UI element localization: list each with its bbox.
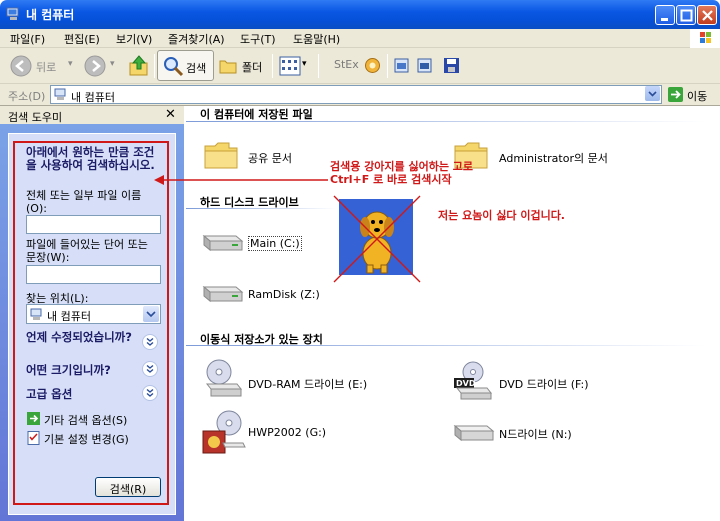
dvd-ram-label[interactable]: DVD-RAM 드라이브 (E:) [248,376,367,392]
chevron-down-double-icon [146,337,154,346]
location-value: 내 컴퓨터 [47,310,91,323]
toolbar: 뒤로 ▾ ▾ 검색 폴더 ▾ StEx [0,48,720,84]
chevron-down-double-icon [146,388,154,397]
magnifier-icon [164,57,184,77]
minimize-icon [661,18,668,21]
views-dropdown-icon[interactable]: ▾ [302,59,307,69]
chevron-down-icon [648,91,657,97]
maximize-icon [680,9,693,22]
forward-arrow-icon[interactable] [84,55,106,77]
main-drive-label-text: Main (C:) [248,236,302,251]
back-arrow-icon[interactable] [10,55,32,77]
address-value: 내 컴퓨터 [71,91,115,104]
search-button-label: 검색 [186,62,207,75]
minimize-button[interactable] [655,5,675,25]
advanced-label[interactable]: 고급 옵션 [26,386,72,402]
svg-text:DVD: DVD [456,379,476,388]
expand-size-button[interactable] [142,361,158,377]
folders-icon[interactable] [218,56,238,76]
folder-icon[interactable] [203,138,239,170]
copy-to-icon[interactable] [393,57,410,74]
annotation-arrow [154,175,328,185]
close-button[interactable] [697,5,717,25]
size-label[interactable]: 어떤 크기입니까? [26,362,111,378]
my-computer-icon [6,7,19,20]
other-search-options-link[interactable]: 기타 검색 옵션(S) [44,412,127,428]
dvd-ram-drive-icon[interactable] [203,356,243,398]
cd-drive-icon[interactable] [199,409,247,457]
annotation-arrow-note: 검색용 강아지를 싫어하는 고로 Ctrl+F 로 바로 검색시작 [330,160,474,186]
chevron-down-double-icon [146,364,154,373]
gear-icon[interactable] [364,57,381,74]
save-disk-icon[interactable] [443,57,460,74]
green-arrow-icon [27,412,40,425]
window-title: 내 컴퓨터 [26,8,75,22]
modified-label[interactable]: 언제 수정되었습니까? [26,331,136,344]
hwp-drive-label[interactable]: HWP2002 (G:) [248,426,326,439]
location-dropdown-button[interactable] [143,306,159,322]
my-computer-icon [30,308,42,320]
search-pane-title: 검색 도우미 [8,111,63,124]
location-select[interactable]: 내 컴퓨터 [26,304,161,324]
n-drive-label[interactable]: N드라이브 (N:) [499,426,572,442]
contents-label: 파일에 들어있는 단어 또는 문장(W): [26,238,148,264]
back-button-label[interactable]: 뒤로 [36,59,56,75]
address-dropdown-button[interactable] [645,86,660,101]
go-label[interactable]: 이동 [687,88,707,104]
dvd-drive-icon[interactable]: DVD [453,360,493,400]
shared-docs-label[interactable]: 공유 문서 [248,150,292,166]
up-folder-icon[interactable] [128,54,150,78]
move-to-icon[interactable] [416,57,433,74]
hard-drive-icon[interactable] [200,283,244,303]
filename-input[interactable] [26,215,161,234]
menu-bar: 파일(F) 편집(E) 보기(V) 즐겨찾기(A) 도구(T) 도움말(H) [0,29,720,48]
main-drive-label[interactable]: Main (C:) [248,236,302,251]
menu-edit[interactable]: 편집(E) [64,31,100,47]
dvd-drive-label[interactable]: DVD 드라이브 (F:) [499,376,589,392]
my-computer-icon [54,88,66,100]
windows-flag-icon [700,32,711,43]
menu-help[interactable]: 도움말(H) [293,31,340,47]
change-preferences-link[interactable]: 기본 설정 변경(G) [44,431,129,447]
menu-file[interactable]: 파일(F) [10,31,45,47]
filename-label: 전체 또는 일부 파일 이름(O): [26,189,142,215]
search-submit-button[interactable]: 검색(R) [95,477,161,497]
folders-button-label[interactable]: 폴더 [242,59,262,75]
contents-input[interactable] [26,265,161,284]
ramdisk-label[interactable]: RamDisk (Z:) [248,288,320,301]
address-bar: 주소(D) 내 컴퓨터 이동 [0,84,720,106]
views-icon[interactable] [279,55,301,77]
search-button[interactable]: 검색 [157,50,214,81]
maximize-button[interactable] [676,5,696,25]
red-cross-mark [333,195,421,283]
admin-docs-label[interactable]: Administrator의 문서 [499,150,608,166]
close-icon [702,10,713,21]
menu-view[interactable]: 보기(V) [116,31,152,47]
expand-modified-button[interactable] [142,334,158,350]
menu-tools[interactable]: 도구(T) [240,31,276,47]
back-dropdown-icon[interactable]: ▾ [68,59,73,69]
address-input[interactable]: 내 컴퓨터 [50,85,662,104]
stex-button[interactable]: StEx [334,58,359,71]
chevron-down-icon [146,311,156,318]
network-drive-icon[interactable] [451,422,495,444]
menu-favorites[interactable]: 즐겨찾기(A) [168,31,225,47]
title-bar[interactable]: 내 컴퓨터 [0,0,720,29]
address-label: 주소(D) [8,90,46,103]
stored-files-header: 이 컴퓨터에 저장된 파일 [200,108,313,121]
go-arrow-icon [671,90,681,99]
checklist-icon [27,431,40,445]
windows-logo [690,29,720,48]
hard-drive-icon[interactable] [200,232,244,252]
close-pane-icon[interactable]: ✕ [165,107,176,122]
expand-advanced-button[interactable] [142,385,158,401]
search-pane-header: 검색 도우미 ✕ [0,106,184,124]
go-button[interactable] [668,87,683,102]
search-pane-heading: 아래에서 원하는 만큼 조건을 사용하여 검색하십시오. [26,145,155,172]
forward-dropdown-icon[interactable]: ▾ [110,59,115,69]
dog-note: 저는 요놈이 싫다 이겁니다. [438,209,565,222]
